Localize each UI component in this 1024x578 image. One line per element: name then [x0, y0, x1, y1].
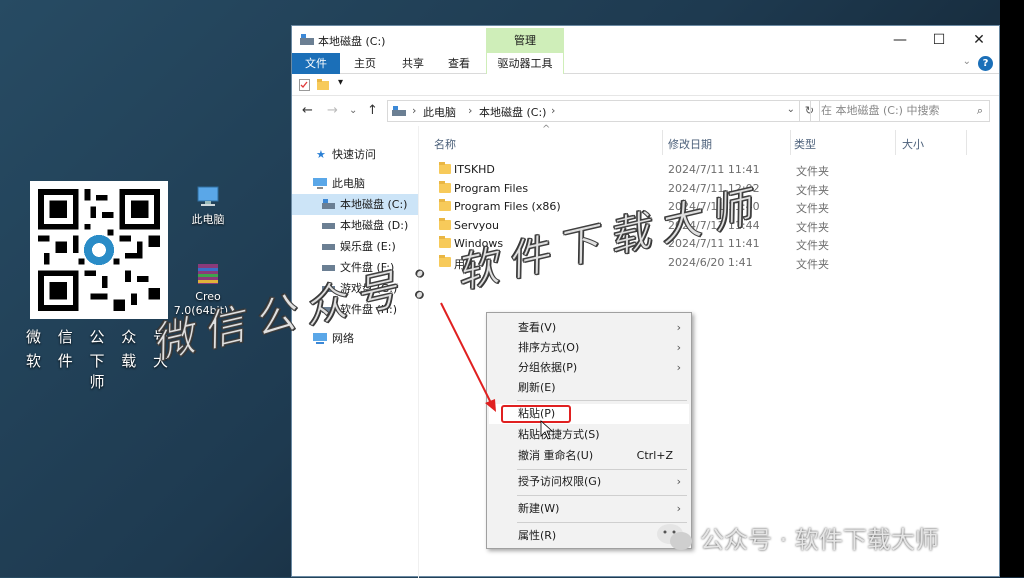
computer-icon	[197, 186, 219, 206]
folder-icon	[439, 181, 451, 193]
search-placeholder: 在 本地磁盘 (C:) 中搜索	[821, 104, 940, 117]
folder-icon	[439, 162, 451, 174]
back-arrow-icon[interactable]: ←	[302, 103, 313, 118]
navigation-pane: ★ 快速访问 此电脑 本地磁盘 (C:) 本地磁盘 (D:) 娱乐盘 (E:) …	[292, 126, 418, 578]
properties-icon[interactable]	[299, 79, 310, 91]
table-row[interactable]: Windows 2024/7/11 11:41 文件夹	[419, 235, 1002, 254]
tab-drive-tools[interactable]: 驱动器工具	[486, 53, 564, 74]
search-input[interactable]: 在 本地磁盘 (C:) 中搜索 ⌕	[810, 100, 990, 122]
drive-icon	[322, 265, 335, 271]
search-icon: ⌕	[976, 104, 983, 117]
qr-code	[30, 181, 168, 319]
chevron-right-icon: ›	[676, 321, 681, 334]
ribbon-tabs: 文件 主页 共享 查看 驱动器工具 ⌄ ?	[292, 53, 999, 74]
address-field[interactable]: › 此电脑 › 本地磁盘 (C:) › ⌄	[387, 100, 800, 122]
help-icon[interactable]: ?	[978, 56, 993, 71]
drive-icon	[392, 106, 406, 116]
table-row[interactable]: Servyou 2024/7/11 11:44 文件夹	[419, 217, 1002, 236]
column-name[interactable]: 名称	[434, 136, 456, 152]
menu-item-new[interactable]: 新建(W) ›	[489, 499, 689, 519]
menu-item-grant-access[interactable]: 授予访问权限(G) ›	[489, 472, 689, 492]
tab-file[interactable]: 文件	[292, 53, 340, 74]
menu-item-sort[interactable]: 排序方式(O) ›	[489, 338, 689, 358]
folder-icon	[439, 199, 451, 211]
tab-home[interactable]: 主页	[350, 53, 380, 74]
network-icon	[313, 333, 327, 344]
qr-caption-1: 微 信 公 众 号	[25, 328, 175, 346]
table-row[interactable]: ITSKHD 2024/7/11 11:41 文件夹	[419, 161, 1002, 180]
window-title: 本地磁盘 (C:)	[318, 35, 386, 48]
nav-quick-access[interactable]: ★ 快速访问	[292, 144, 418, 165]
winrar-icon	[198, 264, 218, 284]
nav-drive-c[interactable]: 本地磁盘 (C:)	[292, 194, 418, 215]
wechat-icon	[657, 524, 692, 550]
nav-network[interactable]: 网络	[292, 328, 418, 349]
address-bar-row: ← → ⌄ ↑ › 此电脑 › 本地磁盘 (C:) › ⌄ ↻ 在 本地磁盘 (…	[292, 96, 999, 126]
tab-share[interactable]: 共享	[398, 53, 428, 74]
menu-item-view[interactable]: 查看(V) ›	[489, 318, 689, 338]
nav-drive-e[interactable]: 娱乐盘 (E:)	[292, 236, 418, 257]
desktop-icon-label: 此电脑	[191, 213, 225, 226]
address-dropdown-icon[interactable]: ⌄	[787, 104, 795, 115]
qr-caption-2: 软 件 下 载 大 师	[25, 352, 175, 391]
desktop-creo[interactable]: Creo 7.0(64bit)....	[173, 262, 243, 318]
menu-item-undo-rename[interactable]: 撤消 重命名(U) Ctrl+Z	[489, 446, 689, 466]
breadcrumb-c-drive[interactable]: 本地磁盘 (C:)	[479, 104, 546, 120]
star-icon: ★	[316, 148, 326, 161]
drive-icon	[322, 286, 335, 292]
forward-arrow-icon[interactable]: →	[327, 103, 338, 118]
menu-item-group[interactable]: 分组依据(P) ›	[489, 358, 689, 378]
tab-view[interactable]: 查看	[444, 53, 474, 74]
up-arrow-icon[interactable]: ↑	[367, 103, 378, 118]
chevron-right-icon: ›	[676, 475, 681, 488]
sort-ascending-icon: ^	[542, 124, 551, 135]
desktop-this-pc[interactable]: 此电脑	[173, 185, 243, 227]
folder-icon	[439, 236, 451, 248]
folder-icon	[439, 218, 451, 230]
table-row[interactable]: 用户 2024/6/20 1:41 文件夹	[419, 254, 1002, 273]
customize-qat-icon[interactable]: ▾	[338, 77, 343, 88]
drive-icon	[322, 244, 335, 250]
drive-icon	[322, 307, 335, 313]
column-type[interactable]: 类型	[794, 136, 816, 152]
drive-icon	[322, 223, 335, 229]
maximize-button[interactable]: ☐	[924, 30, 954, 50]
nav-drive-g[interactable]: 游戏盘 (G:)	[292, 278, 418, 299]
menu-item-paste-shortcut[interactable]: 粘贴快捷方式(S)	[489, 425, 689, 445]
highlight-box	[501, 405, 571, 423]
minimize-button[interactable]: —	[885, 30, 915, 50]
menu-item-refresh[interactable]: 刷新(E)	[489, 378, 689, 398]
column-date[interactable]: 修改日期	[668, 136, 712, 152]
chevron-right-icon: ›	[676, 341, 681, 354]
computer-icon	[313, 178, 327, 189]
nav-drive-d[interactable]: 本地磁盘 (D:)	[292, 215, 418, 236]
table-row[interactable]: Program Files 2024/7/11 12:02 文件夹	[419, 180, 1002, 199]
folder-icon	[439, 255, 451, 267]
title-bar: 本地磁盘 (C:) 管理 — ☐ ✕	[292, 26, 999, 53]
tab-manage[interactable]: 管理	[486, 28, 564, 53]
recent-chevron-icon[interactable]: ⌄	[349, 105, 357, 116]
chevron-right-icon: ›	[676, 502, 681, 515]
breadcrumb-this-pc[interactable]: 此电脑	[423, 104, 456, 120]
nav-drive-h[interactable]: 软件盘 (H:)	[292, 299, 418, 320]
close-button[interactable]: ✕	[964, 30, 994, 50]
new-folder-icon[interactable]	[317, 79, 329, 90]
context-menu: 查看(V) › 排序方式(O) › 分组依据(P) › 刷新(E) 粘贴(P) 粘贴快…	[486, 312, 692, 549]
desktop-icon-label: Creo 7.0(64bit)....	[173, 290, 243, 317]
nav-this-pc[interactable]: 此电脑	[292, 173, 418, 194]
watermark-bottom: 公众号 · 软件下载大师	[700, 526, 939, 554]
nav-drive-f[interactable]: 文件盘 (F:)	[292, 257, 418, 278]
drive-icon	[300, 34, 314, 45]
quick-access-toolbar: ▾	[292, 74, 999, 96]
column-size[interactable]: 大小	[902, 136, 924, 152]
table-row[interactable]: Program Files (x86) 2024/7/11 11:40 文件夹	[419, 198, 1002, 217]
desktop-edge	[1000, 0, 1024, 577]
chevron-right-icon: ›	[676, 361, 681, 374]
drive-icon	[322, 199, 335, 209]
chevron-down-icon[interactable]: ⌄	[963, 56, 971, 67]
